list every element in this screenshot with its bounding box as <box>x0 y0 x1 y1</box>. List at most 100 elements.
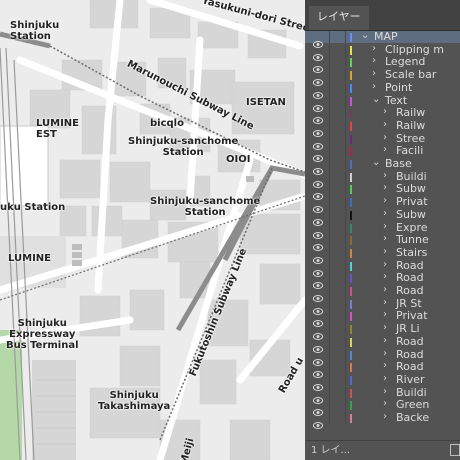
chevron-right-icon[interactable]: › <box>383 271 387 283</box>
chevron-right-icon[interactable]: › <box>372 55 376 67</box>
chevron-right-icon[interactable]: › <box>383 297 387 309</box>
visibility-eye-icon[interactable] <box>312 109 324 125</box>
chevron-right-icon[interactable]: › <box>383 398 387 410</box>
chevron-down-icon[interactable]: ⌄ <box>372 157 380 169</box>
chevron-right-icon[interactable]: › <box>383 322 387 334</box>
layer-color-swatch <box>350 287 352 296</box>
visibility-eye-icon[interactable] <box>312 122 324 137</box>
visibility-eye-icon[interactable] <box>312 173 324 188</box>
visibility-eye-icon[interactable] <box>312 236 324 252</box>
layer-name: Green <box>396 398 430 412</box>
chevron-right-icon[interactable]: › <box>383 246 387 258</box>
layer-row[interactable]: › Point <box>305 81 460 99</box>
visibility-eye-icon[interactable] <box>312 71 324 87</box>
chevron-right-icon[interactable]: › <box>383 386 387 398</box>
visibility-eye-icon[interactable] <box>312 376 324 391</box>
visibility-eye-icon[interactable] <box>312 300 324 315</box>
visibility-eye-icon[interactable] <box>312 262 324 277</box>
layer-row[interactable]: › JR St <box>305 297 460 315</box>
layer-row[interactable]: › Subw <box>305 182 460 201</box>
chevron-right-icon[interactable]: › <box>383 348 387 360</box>
layer-row[interactable]: › Clipping m <box>305 43 460 61</box>
visibility-eye-icon[interactable] <box>312 224 324 239</box>
chevron-right-icon[interactable]: › <box>383 411 387 423</box>
layer-row[interactable]: › Stree <box>305 132 460 150</box>
visibility-eye-icon[interactable] <box>312 363 324 379</box>
layer-row[interactable]: › Tunne <box>305 233 460 252</box>
chevron-right-icon[interactable]: › <box>383 309 387 321</box>
chevron-right-icon[interactable]: › <box>383 144 387 156</box>
column-divider <box>329 348 330 361</box>
chevron-right-icon[interactable]: › <box>383 132 387 144</box>
chevron-right-icon[interactable]: › <box>372 43 376 55</box>
chevron-right-icon[interactable]: › <box>383 182 387 194</box>
visibility-eye-icon[interactable] <box>312 46 324 61</box>
layer-row[interactable]: ⌄ MAP <box>305 30 460 48</box>
chevron-right-icon[interactable]: › <box>383 221 387 233</box>
chevron-right-icon[interactable]: › <box>372 81 376 93</box>
visibility-eye-icon[interactable] <box>312 338 324 353</box>
chevron-right-icon[interactable]: › <box>383 195 387 207</box>
chevron-right-icon[interactable]: › <box>383 119 387 131</box>
layer-row[interactable]: › Railw <box>305 106 460 125</box>
chevron-right-icon[interactable]: › <box>372 68 376 80</box>
map-canvas[interactable]: Shinjuku Station Yasukuni-dori Street Mar… <box>0 0 305 460</box>
visibility-eye-icon[interactable] <box>312 414 324 429</box>
visibility-eye-icon[interactable] <box>312 33 324 48</box>
chevron-down-icon[interactable]: ⌄ <box>361 30 369 42</box>
chevron-down-icon[interactable]: ⌄ <box>372 94 380 106</box>
layer-row[interactable]: › Expre <box>305 221 460 239</box>
layer-row[interactable]: › Road <box>305 271 460 290</box>
layer-row[interactable]: › Railw <box>305 119 460 137</box>
layer-row[interactable]: › Backe <box>305 411 460 429</box>
layer-row[interactable]: › Road <box>305 284 460 302</box>
layer-row[interactable]: ⌄ Text <box>305 94 460 112</box>
visibility-eye-icon[interactable] <box>312 389 324 404</box>
visibility-eye-icon[interactable] <box>312 211 324 226</box>
visibility-eye-icon[interactable] <box>312 351 324 366</box>
visibility-eye-icon[interactable] <box>312 198 324 214</box>
visibility-eye-icon[interactable] <box>312 160 324 175</box>
layer-row[interactable]: › Buildi <box>305 386 460 404</box>
chevron-right-icon[interactable]: › <box>383 259 387 271</box>
layer-name: Subw <box>396 207 426 221</box>
chevron-right-icon[interactable]: › <box>383 373 387 385</box>
chevron-right-icon[interactable]: › <box>383 360 387 372</box>
layer-row[interactable]: › Buildi <box>305 170 460 188</box>
visibility-eye-icon[interactable] <box>312 249 324 264</box>
chevron-right-icon[interactable]: › <box>383 170 387 182</box>
layer-row[interactable]: › Subw <box>305 207 460 226</box>
layer-row[interactable]: › Legend <box>305 55 460 74</box>
layer-row[interactable]: › River <box>305 373 460 391</box>
chevron-right-icon[interactable]: › <box>383 335 387 347</box>
visibility-eye-icon[interactable] <box>312 312 324 328</box>
layer-row[interactable]: › JR Li <box>305 322 460 341</box>
layer-row[interactable]: › Green <box>305 398 460 417</box>
visibility-eye-icon[interactable] <box>312 58 324 74</box>
layer-row[interactable]: › Road <box>305 259 460 277</box>
visibility-eye-icon[interactable] <box>312 84 324 99</box>
chevron-right-icon[interactable]: › <box>383 284 387 296</box>
chevron-right-icon[interactable]: › <box>383 233 387 245</box>
visibility-eye-icon[interactable] <box>312 274 324 290</box>
visibility-eye-icon[interactable] <box>312 135 324 150</box>
visibility-eye-icon[interactable] <box>312 147 324 163</box>
tab-layers[interactable]: レイヤー <box>309 6 369 30</box>
layer-row[interactable]: ⌄ Base <box>305 157 460 175</box>
layer-row[interactable]: › Road <box>305 360 460 379</box>
chevron-right-icon[interactable]: › <box>383 208 387 220</box>
visibility-eye-icon[interactable] <box>312 97 324 112</box>
visibility-eye-icon[interactable] <box>312 325 324 341</box>
visibility-eye-icon[interactable] <box>312 185 324 201</box>
layer-row[interactable]: › Scale bar <box>305 68 460 87</box>
visibility-eye-icon[interactable] <box>312 287 324 302</box>
layer-row[interactable]: › Privat <box>305 195 460 214</box>
chevron-right-icon[interactable]: › <box>383 106 387 118</box>
new-layer-icon[interactable] <box>450 444 460 456</box>
layer-row[interactable]: › Privat <box>305 309 460 328</box>
visibility-eye-icon[interactable] <box>312 401 324 417</box>
layer-row[interactable]: › Stairs <box>305 246 460 264</box>
layer-row[interactable]: › Road <box>305 335 460 353</box>
layer-row[interactable]: › Facili <box>305 144 460 163</box>
layer-row[interactable]: › Road <box>305 348 460 366</box>
